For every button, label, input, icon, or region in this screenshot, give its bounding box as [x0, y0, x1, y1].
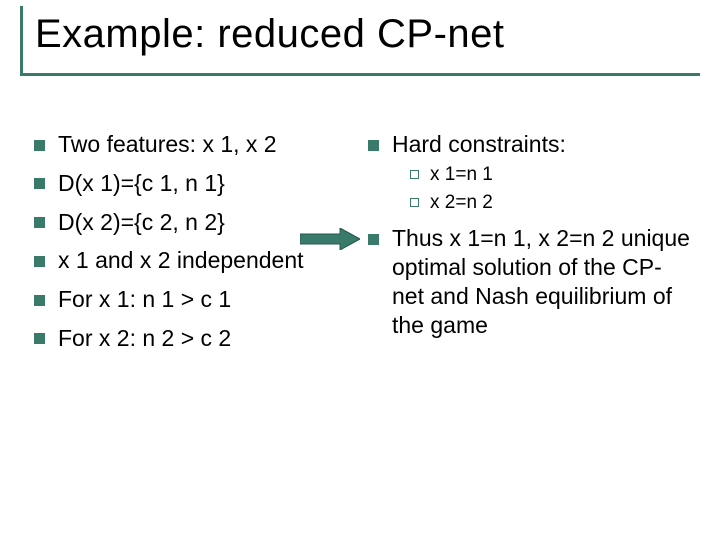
list-item: D(x 2)={c 2, n 2} [30, 208, 356, 237]
list-item: Hard constraints: x 1=n 1 x 2=n 2 [364, 130, 690, 214]
list-item: For x 2: n 2 > c 2 [30, 324, 356, 353]
left-column: Two features: x 1, x 2 D(x 1)={c 1, n 1}… [30, 130, 360, 530]
list-item-text: D(x 1)={c 1, n 1} [58, 170, 225, 196]
list-item-text: Two features: x 1, x 2 [58, 131, 277, 157]
list-item: x 1 and x 2 independent [30, 246, 356, 275]
list-item-text: Thus x 1=n 1, x 2=n 2 unique optimal sol… [392, 225, 690, 337]
list-item-text: x 2=n 2 [430, 192, 493, 213]
list-item: x 1=n 1 [408, 163, 690, 187]
list-item-text: x 1=n 1 [430, 164, 493, 185]
hard-constraints-sublist: x 1=n 1 x 2=n 2 [392, 163, 690, 215]
list-item-text: Hard constraints: [392, 131, 566, 157]
right-list: Hard constraints: x 1=n 1 x 2=n 2 Thus x… [364, 130, 690, 339]
list-item: Thus x 1=n 1, x 2=n 2 unique optimal sol… [364, 224, 690, 339]
content-area: Two features: x 1, x 2 D(x 1)={c 1, n 1}… [30, 130, 690, 530]
left-list: Two features: x 1, x 2 D(x 1)={c 1, n 1}… [30, 130, 356, 353]
slide-title: Example: reduced CP-net [35, 12, 700, 57]
title-region: Example: reduced CP-net [20, 6, 700, 76]
list-item-text: For x 1: n 1 > c 1 [58, 286, 231, 312]
list-item-text: x 1 and x 2 independent [58, 247, 304, 273]
list-item: x 2=n 2 [408, 191, 690, 215]
list-item: For x 1: n 1 > c 1 [30, 285, 356, 314]
list-item: D(x 1)={c 1, n 1} [30, 169, 356, 198]
list-item: Two features: x 1, x 2 [30, 130, 356, 159]
list-item-text: D(x 2)={c 2, n 2} [58, 209, 225, 235]
list-item-text: For x 2: n 2 > c 2 [58, 325, 231, 351]
slide: Example: reduced CP-net Two features: x … [0, 0, 720, 540]
right-column: Hard constraints: x 1=n 1 x 2=n 2 Thus x… [360, 130, 690, 530]
